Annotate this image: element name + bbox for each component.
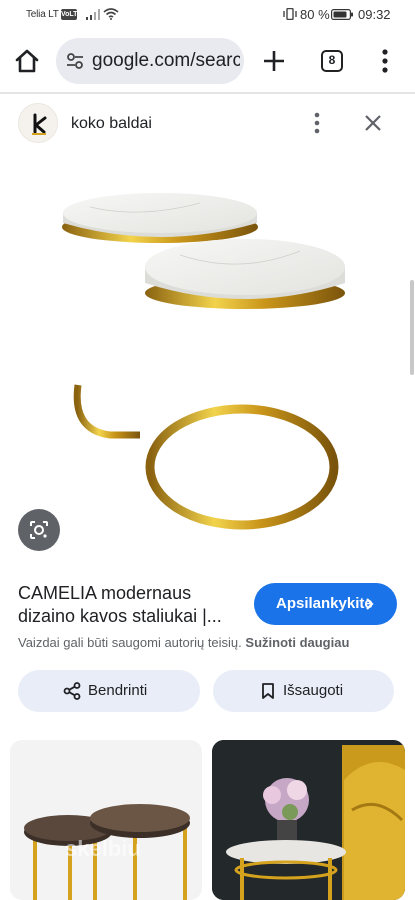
clock: 09:32 xyxy=(358,7,391,22)
home-icon[interactable] xyxy=(14,48,40,74)
copyright-notice: Vaizdai gali būti saugomi autorių teisių… xyxy=(18,635,349,650)
tab-switcher-button[interactable]: 8 xyxy=(321,50,343,72)
carrier-name: Telia LT xyxy=(26,9,59,20)
wifi-icon xyxy=(103,8,119,20)
learn-more-link[interactable]: Sužinoti daugiau xyxy=(245,635,349,650)
share-icon xyxy=(63,682,81,700)
share-button[interactable]: Bendrinti xyxy=(18,670,200,712)
toolbar-divider xyxy=(0,92,415,94)
save-button[interactable]: Išsaugoti xyxy=(213,670,394,712)
more-vert-icon[interactable] xyxy=(381,49,389,73)
related-tables-image xyxy=(24,804,190,900)
save-label: Išsaugoti xyxy=(283,682,344,699)
watermark-text: skelbiu xyxy=(65,836,141,861)
url-bar[interactable]: google.com/search xyxy=(56,38,244,84)
related-room-image xyxy=(212,740,405,900)
copyright-text: Vaizdai gali būti saugomi autorių teisių… xyxy=(18,635,242,650)
site-name[interactable]: koko baldai xyxy=(71,115,152,133)
vibrate-icon xyxy=(283,8,297,20)
related-image-2[interactable] xyxy=(212,740,405,900)
scrollbar-thumb[interactable] xyxy=(410,280,414,375)
url-text[interactable]: google.com/search xyxy=(92,50,240,72)
visit-button[interactable]: Apsilankykite xyxy=(254,583,397,625)
koko-logo-icon xyxy=(32,113,47,135)
lens-search-button[interactable] xyxy=(18,509,60,551)
visit-label: Apsilankykite xyxy=(276,595,373,612)
new-tab-icon[interactable] xyxy=(262,49,286,73)
bookmark-icon xyxy=(262,683,274,699)
result-site-header: koko baldai xyxy=(0,98,415,150)
tune-icon[interactable] xyxy=(66,52,84,70)
lens-icon xyxy=(30,521,48,539)
battery-icon xyxy=(331,9,353,20)
share-label: Bendrinti xyxy=(88,682,148,699)
close-icon[interactable] xyxy=(363,113,383,133)
related-image-1[interactable]: skelbiu xyxy=(10,740,202,900)
battery-percent: 80 % xyxy=(300,7,330,22)
status-bar: Telia LT VoLTE 80 % 09:32 xyxy=(0,0,415,30)
volte-badge: VoLTE xyxy=(61,9,83,20)
front-table xyxy=(145,239,345,530)
product-image[interactable] xyxy=(0,155,415,565)
chevron-right-icon xyxy=(366,598,374,610)
back-table xyxy=(62,193,258,439)
more-options-icon[interactable] xyxy=(313,112,321,134)
browser-toolbar: google.com/search 8 xyxy=(0,30,415,92)
site-logo xyxy=(18,103,58,143)
signal-icon xyxy=(86,9,100,20)
result-title[interactable]: CAMELIA modernaus dizaino kavos staliuka… xyxy=(18,582,248,628)
